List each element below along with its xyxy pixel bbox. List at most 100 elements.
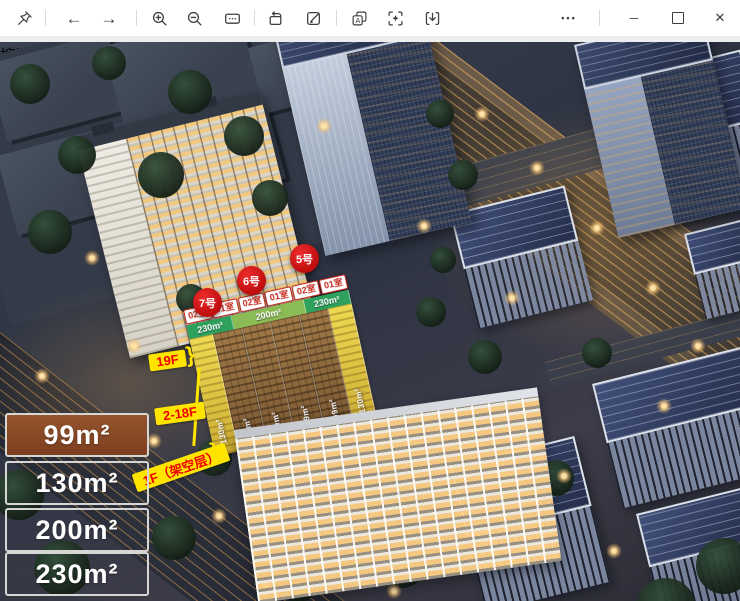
top-floor-band: 230m² 200m² 230m² bbox=[186, 290, 351, 340]
road-avenue bbox=[331, 42, 740, 409]
unit-strip: 130m² bbox=[328, 303, 377, 425]
road-left bbox=[0, 277, 371, 601]
building-block bbox=[0, 121, 151, 236]
plaza-glow bbox=[430, 102, 740, 362]
unit-strip-row: 130m² 99m² 99m² 99m² 99m² 130m² bbox=[189, 303, 377, 456]
more-options-button[interactable]: ••• bbox=[552, 3, 586, 33]
office-building bbox=[626, 49, 740, 225]
close-button[interactable]: ✕ bbox=[700, 3, 740, 33]
building-badge-6: 6号 bbox=[237, 266, 266, 295]
unit-label: 02室 bbox=[183, 304, 212, 324]
street-light bbox=[504, 290, 520, 306]
unit-strip: 99m² bbox=[213, 328, 268, 452]
minimize-button[interactable]: ─ bbox=[614, 3, 654, 33]
residential-tower bbox=[75, 91, 315, 358]
toolbar-photo-gap bbox=[0, 36, 740, 42]
back-button[interactable]: ← bbox=[57, 3, 91, 33]
tree bbox=[468, 340, 502, 374]
tree bbox=[636, 578, 696, 601]
street-light bbox=[416, 218, 432, 234]
floor-label-19f: 19F bbox=[148, 350, 187, 372]
street-light bbox=[211, 508, 227, 524]
actual-size-icon[interactable] bbox=[215, 3, 249, 33]
street-light bbox=[589, 220, 605, 236]
street-light bbox=[126, 338, 142, 354]
glass-tower-center bbox=[272, 42, 472, 256]
unit-label: 01室 bbox=[265, 286, 294, 306]
tree bbox=[58, 136, 96, 174]
band-segment: 200m² bbox=[232, 300, 306, 329]
tree bbox=[0, 470, 44, 520]
band-segment: 230m² bbox=[303, 290, 351, 314]
legend-item-200: 200m² bbox=[5, 508, 149, 552]
tree bbox=[316, 510, 372, 566]
street-light bbox=[645, 280, 661, 296]
tree bbox=[448, 160, 478, 190]
floor-bracket: { bbox=[184, 342, 196, 369]
band-segment: 230m² bbox=[186, 316, 234, 340]
tree bbox=[582, 338, 612, 368]
forward-button[interactable]: → bbox=[92, 3, 126, 33]
zoom-out-icon[interactable] bbox=[177, 3, 211, 33]
office-building bbox=[450, 185, 593, 328]
street-light bbox=[556, 468, 572, 484]
street-light bbox=[146, 433, 162, 449]
watermark: 搜狐号@搜狐焦点鄂州站 bbox=[0, 42, 740, 66]
street-light bbox=[84, 250, 100, 266]
toolbar-divider bbox=[254, 10, 255, 26]
office-building bbox=[592, 346, 740, 508]
visual-search-icon[interactable] bbox=[378, 3, 412, 33]
district-base bbox=[0, 42, 368, 325]
rotate-icon[interactable] bbox=[258, 3, 292, 33]
unit-label: 02室 bbox=[292, 280, 321, 300]
glass-tower-right bbox=[574, 42, 740, 238]
office-building bbox=[450, 436, 610, 601]
photo-canvas[interactable]: 02室 01室 02室 01室 02室 01室 230m² 200m² 230m… bbox=[0, 42, 740, 601]
tree bbox=[176, 284, 206, 314]
tree bbox=[430, 247, 456, 273]
toolbar-divider bbox=[336, 10, 337, 26]
street-light bbox=[316, 118, 332, 134]
alt-text-icon[interactable]: A bbox=[342, 3, 376, 33]
tree bbox=[138, 152, 184, 198]
floor-bracket: { bbox=[208, 438, 220, 465]
road-cross bbox=[360, 82, 740, 233]
svg-text:A: A bbox=[355, 16, 360, 25]
floor-label-2-18f: 2-18F bbox=[154, 402, 206, 426]
street-light bbox=[386, 583, 402, 599]
office-building bbox=[636, 487, 740, 601]
tree bbox=[34, 540, 90, 596]
street-light bbox=[474, 106, 490, 122]
tree bbox=[416, 297, 446, 327]
annotated-facade: 02室 01室 02室 01室 02室 01室 230m² 200m² 230m… bbox=[183, 274, 378, 456]
tree bbox=[378, 540, 426, 588]
tree bbox=[152, 516, 196, 560]
foreground-building bbox=[234, 387, 561, 601]
zoom-in-icon[interactable] bbox=[142, 3, 176, 33]
street-light bbox=[606, 543, 622, 559]
toolbar-divider bbox=[599, 10, 600, 26]
tree bbox=[224, 116, 264, 156]
tree bbox=[252, 180, 288, 216]
legend-item-130: 130m² bbox=[5, 461, 149, 505]
road-glow bbox=[0, 282, 280, 482]
tree bbox=[276, 558, 320, 601]
vignette bbox=[0, 42, 740, 601]
photo-viewer-window: ← → bbox=[0, 0, 740, 601]
legend-item-230: 230m² bbox=[5, 552, 149, 596]
street-light bbox=[258, 578, 274, 594]
unit-strip: 99m² bbox=[271, 315, 326, 439]
save-icon[interactable] bbox=[415, 3, 449, 33]
pin-icon[interactable] bbox=[7, 3, 41, 33]
street-light bbox=[656, 398, 672, 414]
tree bbox=[696, 538, 740, 594]
legend-item-99: 99m² bbox=[5, 413, 149, 457]
street-light bbox=[690, 338, 706, 354]
edit-icon[interactable] bbox=[296, 3, 330, 33]
maximize-button[interactable] bbox=[658, 3, 698, 33]
tree bbox=[168, 70, 212, 114]
toolbar-divider bbox=[136, 10, 137, 26]
building-block bbox=[0, 42, 128, 142]
building-badge-5: 5号 bbox=[290, 244, 319, 273]
building-block bbox=[142, 103, 286, 211]
